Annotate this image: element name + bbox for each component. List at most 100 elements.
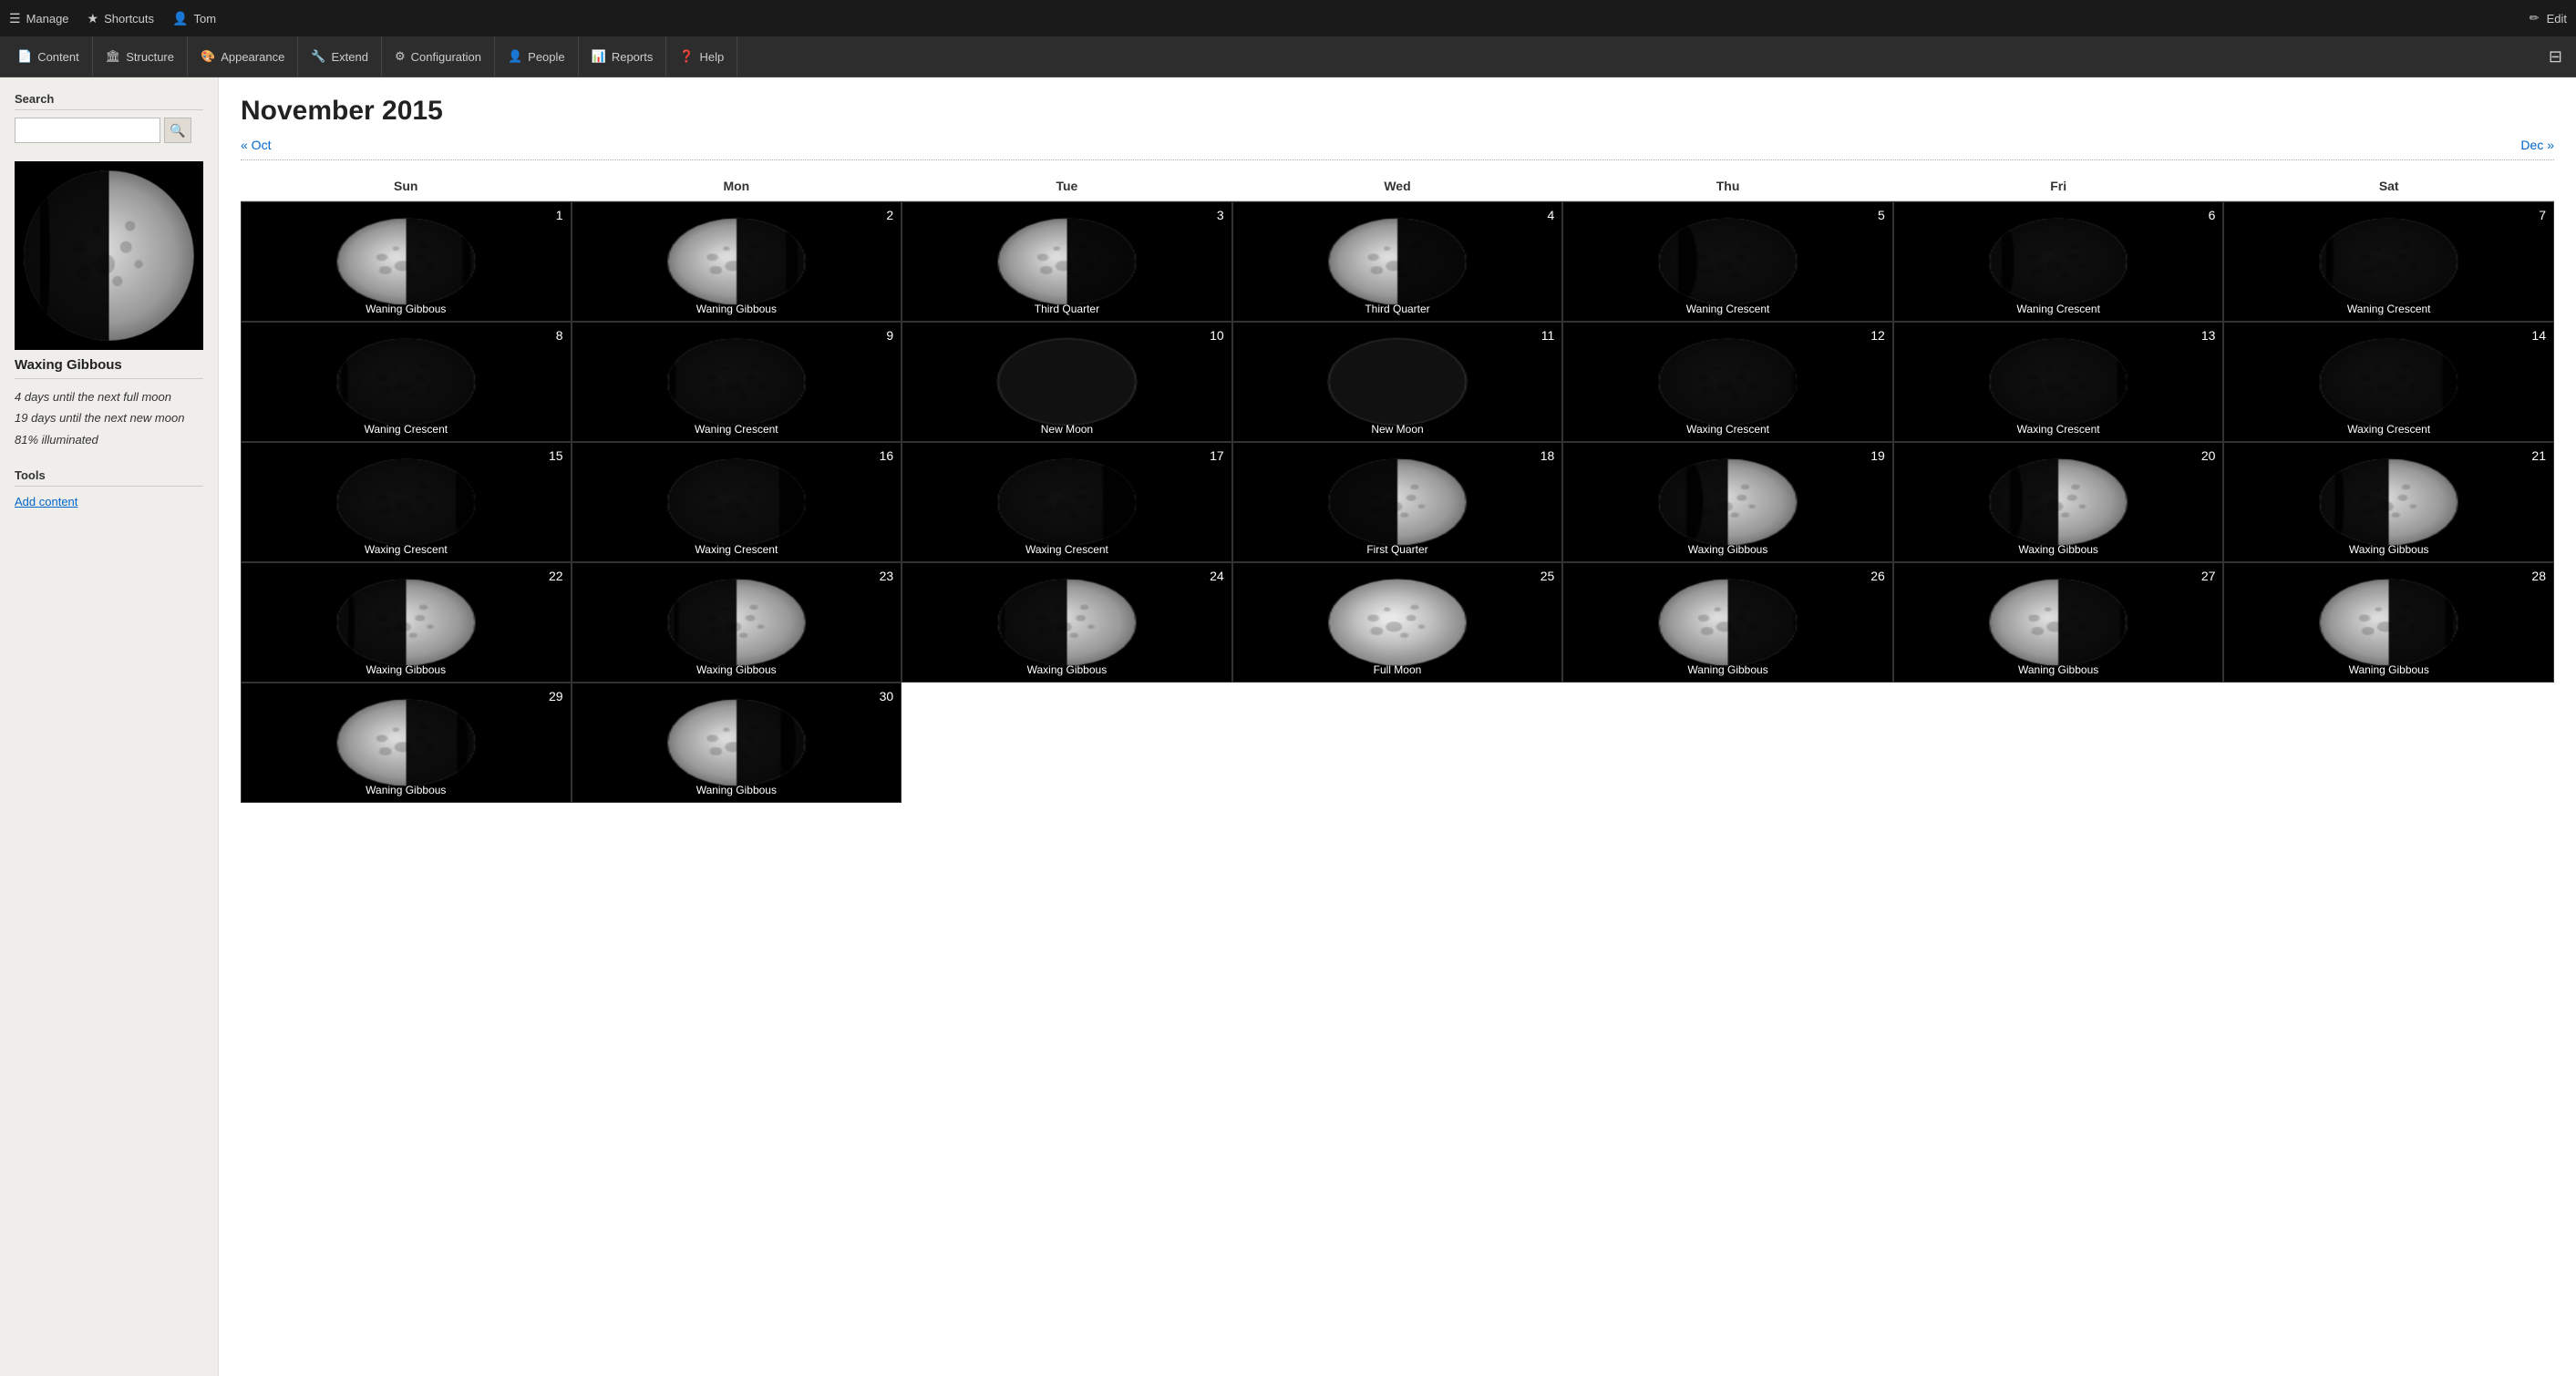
calendar-day[interactable]: 29Waning Gibbous [241, 683, 572, 803]
nav-extend-label: Extend [332, 50, 368, 64]
nav-people-label: People [528, 50, 564, 64]
day-number: 26 [1870, 569, 1885, 583]
calendar-day[interactable]: 6Waning Crescent [1893, 201, 2224, 322]
day-number: 9 [886, 328, 893, 343]
day-number: 21 [2531, 448, 2546, 463]
phase-label: Waning Crescent [1563, 303, 1892, 315]
calendar-day[interactable]: 14 Waxing Crescent [2223, 322, 2554, 442]
calendar-day[interactable]: 12Waxing Crescent [1562, 322, 1893, 442]
phase-label: Waxing Gibbous [1894, 543, 2223, 556]
content-icon: 📄 [17, 49, 32, 64]
top-bar-left: ☰ Manage ★ Shortcuts 👤 Tom [9, 11, 216, 26]
calendar-day[interactable]: 10New Moon [902, 322, 1232, 442]
calendar-day[interactable]: 30Waning Gibbous [572, 683, 902, 803]
calendar-day[interactable]: 26Waning Gibbous [1562, 562, 1893, 683]
moon-sidebar-image [15, 161, 203, 350]
phase-label: Waxing Crescent [572, 543, 902, 556]
phase-label: Waning Crescent [2224, 303, 2553, 315]
pencil-icon: ✏ [2530, 11, 2540, 26]
calendar-day[interactable]: 2 Waning Gibbous [572, 201, 902, 322]
day-number: 18 [1540, 448, 1555, 463]
edit-button[interactable]: ✏ Edit [2530, 11, 2567, 26]
phase-label: Waning Gibbous [1894, 663, 2223, 676]
calendar-day[interactable]: 16Waxing Crescent [572, 442, 902, 562]
calendar-day[interactable]: 3Third Quarter [902, 201, 1232, 322]
day-number: 14 [2531, 328, 2546, 343]
nav-reports[interactable]: 📊 Reports [579, 36, 667, 77]
phase-label: Full Moon [1233, 663, 1562, 676]
calendar-day[interactable]: 17Waxing Crescent [902, 442, 1232, 562]
calendar-day[interactable]: 23Waxing Gibbous [572, 562, 902, 683]
next-month-link[interactable]: Dec » [2520, 138, 2554, 152]
sidebar-moon-canvas [15, 161, 203, 350]
calendar-day[interactable]: 8Waning Crescent [241, 322, 572, 442]
calendar-day[interactable]: 1 Waning Gibbous [241, 201, 572, 322]
day-header: Tue [902, 171, 1232, 201]
day-number: 11 [1541, 328, 1555, 343]
day-number: 22 [549, 569, 563, 583]
manage-label: Manage [26, 12, 69, 26]
search-button[interactable]: 🔍 [164, 118, 191, 143]
phase-label: Waxing Crescent [902, 543, 1231, 556]
appearance-icon: 🎨 [201, 49, 215, 64]
shortcuts-label: Shortcuts [104, 12, 154, 26]
nav-people[interactable]: 👤 People [495, 36, 579, 77]
calendar-day[interactable]: 24Waxing Gibbous [902, 562, 1232, 683]
phase-label: Waning Crescent [572, 423, 902, 436]
nav-configuration[interactable]: ⚙ Configuration [382, 36, 495, 77]
calendar-day[interactable]: 22Waxing Gibbous [241, 562, 572, 683]
nav-reports-label: Reports [612, 50, 654, 64]
calendar-day[interactable]: 4Third Quarter [1232, 201, 1563, 322]
calendar-day[interactable]: 27Waning Gibbous [1893, 562, 2224, 683]
nav-structure-label: Structure [126, 50, 174, 64]
calendar-day[interactable]: 13Waxing Crescent [1893, 322, 2224, 442]
calendar-day[interactable]: 25Full Moon [1232, 562, 1563, 683]
day-number: 2 [886, 208, 893, 222]
extend-icon: 🔧 [311, 49, 325, 64]
nav-appearance[interactable]: 🎨 Appearance [188, 36, 298, 77]
day-number: 8 [556, 328, 563, 343]
moon-info: 4 days until the next full moon 19 days … [15, 386, 203, 450]
phase-label: Waxing Gibbous [1563, 543, 1892, 556]
calendar-day[interactable]: 15Waxing Crescent [241, 442, 572, 562]
user-menu[interactable]: 👤 Tom [172, 11, 216, 26]
nav-structure[interactable]: 🏛 Structure [93, 36, 188, 77]
calendar-day[interactable]: 21Waxing Gibbous [2223, 442, 2554, 562]
nav-extend[interactable]: 🔧 Extend [298, 36, 382, 77]
days-new: 19 days until the next new moon [15, 407, 203, 428]
search-input[interactable] [15, 118, 160, 143]
manage-menu[interactable]: ☰ Manage [9, 11, 69, 26]
edit-label: Edit [2547, 12, 2567, 26]
calendar-day[interactable]: 9 Waning Crescent [572, 322, 902, 442]
user-icon: 👤 [172, 11, 188, 26]
phase-label: First Quarter [1233, 543, 1562, 556]
calendar-day[interactable]: 5Waning Crescent [1562, 201, 1893, 322]
phase-label: Waning Gibbous [572, 303, 902, 315]
calendar-day[interactable]: 11New Moon [1232, 322, 1563, 442]
day-number: 13 [2201, 328, 2216, 343]
phase-label: Waxing Crescent [1563, 423, 1892, 436]
prev-month-link[interactable]: « Oct [241, 138, 271, 152]
nav-help[interactable]: ❓ Help [666, 36, 737, 77]
phase-label: Waning Crescent [1894, 303, 2223, 315]
search-box: 🔍 [15, 118, 203, 143]
phase-label: Waxing Crescent [2224, 423, 2553, 436]
phase-label: Waning Gibbous [242, 303, 571, 315]
nav-content[interactable]: 📄 Content [5, 36, 93, 77]
nav-collapse[interactable]: ⊟ [2540, 47, 2571, 67]
phase-label: Waxing Gibbous [902, 663, 1231, 676]
day-header: Mon [572, 171, 902, 201]
configuration-icon: ⚙ [395, 49, 406, 64]
calendar-day[interactable]: 7Waning Crescent [2223, 201, 2554, 322]
calendar-day[interactable]: 19Waxing Gibbous [1562, 442, 1893, 562]
phase-label: Waxing Crescent [242, 543, 571, 556]
day-number: 30 [880, 689, 894, 703]
calendar-day[interactable]: 20Waxing Gibbous [1893, 442, 2224, 562]
day-number: 1 [556, 208, 563, 222]
phase-label: Third Quarter [1233, 303, 1562, 315]
calendar-day[interactable]: 28Waning Gibbous [2223, 562, 2554, 683]
shortcuts-menu[interactable]: ★ Shortcuts [88, 11, 154, 26]
add-content-link[interactable]: Add content [15, 495, 77, 508]
day-number: 28 [2531, 569, 2546, 583]
calendar-day[interactable]: 18 First Quarter [1232, 442, 1563, 562]
